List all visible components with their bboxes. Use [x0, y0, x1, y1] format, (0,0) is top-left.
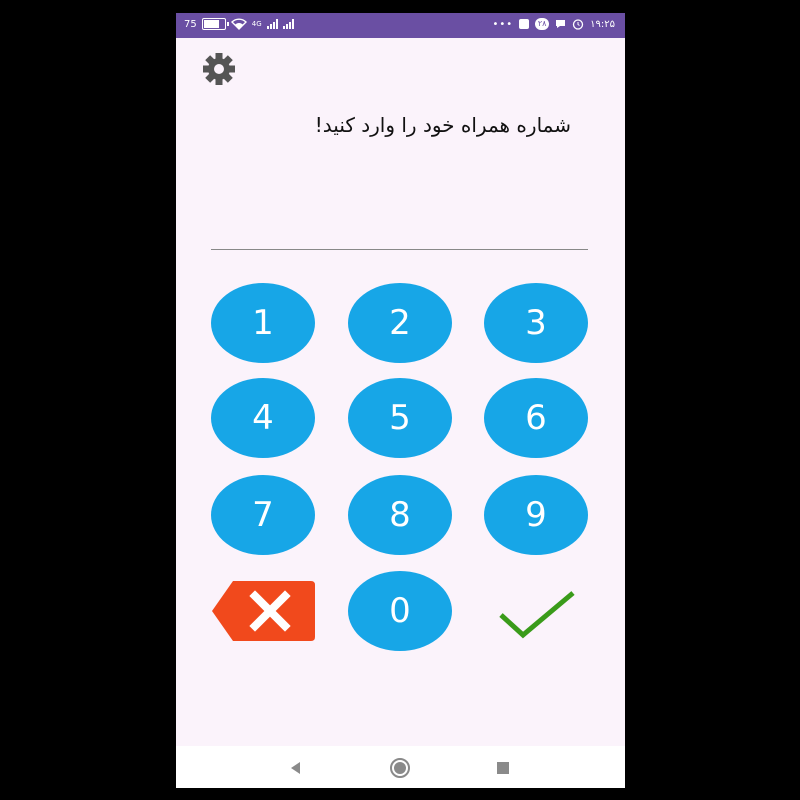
network-type: 4G [251, 20, 262, 28]
alarm-icon [572, 19, 584, 30]
navigation-bar [176, 746, 625, 788]
signal-icon-2 [282, 19, 294, 29]
more-dots-icon: ••• [492, 18, 514, 30]
confirm-button[interactable] [497, 587, 577, 641]
key-6[interactable]: 6 [484, 378, 588, 458]
notification-square-icon [519, 19, 530, 29]
key-1[interactable]: 1 [211, 283, 315, 363]
delete-button[interactable] [211, 579, 316, 643]
backspace-x-icon [212, 581, 315, 641]
gear-icon[interactable] [198, 51, 240, 87]
key-8[interactable]: 8 [348, 475, 452, 555]
wifi-icon [230, 18, 247, 30]
key-9[interactable]: 9 [484, 475, 588, 555]
key-5[interactable]: 5 [348, 378, 452, 458]
checkmark-icon [499, 591, 575, 639]
page-title: شماره همراه خود را وارد کنید! [314, 113, 571, 137]
clock: ۱۹:۲۵ [590, 18, 615, 30]
chat-bubble-icon [556, 20, 566, 28]
signal-icon [266, 19, 278, 29]
square-recents-icon[interactable] [491, 756, 515, 780]
key-7[interactable]: 7 [211, 475, 315, 555]
status-left-group: 75 4G [184, 18, 294, 30]
status-bar: 75 4G ••• ۲۸ ۱۹:۲۵ [176, 13, 625, 38]
battery-percent: 75 [184, 18, 197, 30]
key-4[interactable]: 4 [211, 378, 315, 458]
key-0[interactable]: 0 [348, 571, 452, 651]
phone-number-field[interactable] [211, 223, 588, 250]
key-3[interactable]: 3 [484, 283, 588, 363]
circle-home-icon[interactable] [388, 756, 412, 780]
app-screen: 75 4G ••• ۲۸ ۱۹:۲۵ شماره همراه خود را وا… [176, 13, 625, 788]
battery-icon [201, 18, 229, 30]
key-2[interactable]: 2 [348, 283, 452, 363]
status-right-group: ••• ۲۸ ۱۹:۲۵ [492, 18, 615, 30]
notification-badge: ۲۸ [535, 18, 550, 30]
triangle-back-icon[interactable] [284, 756, 308, 780]
